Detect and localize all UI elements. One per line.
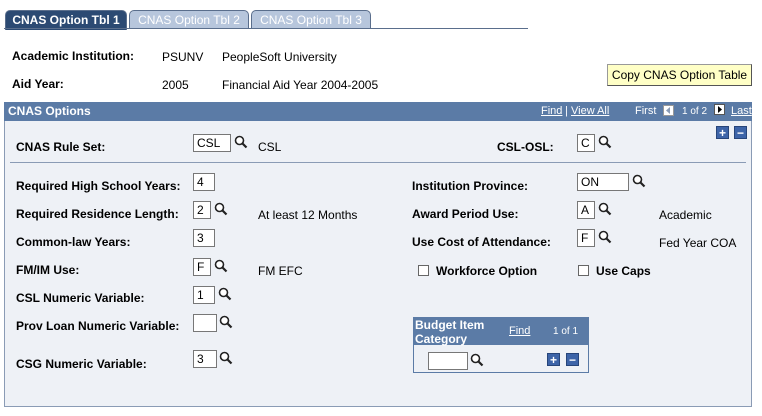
budget-find-link[interactable]: Find <box>509 325 530 337</box>
panel-title: CNAS Options <box>8 104 91 118</box>
csl-numeric-input[interactable]: 1 <box>193 286 215 304</box>
use-caps-label: Use Caps <box>596 264 651 278</box>
prev-arrow-icon[interactable] <box>663 105 674 116</box>
csl-osl-lookup-icon[interactable] <box>598 135 612 149</box>
copy-cnas-option-table-button[interactable]: Copy CNAS Option Table <box>607 64 752 86</box>
prov-loan-input[interactable] <box>193 314 217 332</box>
aid-year-value: 2005 <box>162 78 189 92</box>
award-period-input[interactable]: A <box>577 201 595 219</box>
budget-item-category-header: Budget Item Category Find 1 of 1 <box>413 317 589 346</box>
delete-row-icon[interactable]: − <box>734 126 747 139</box>
workforce-option-checkbox[interactable] <box>418 265 429 276</box>
section-divider <box>10 162 746 163</box>
aid-year-desc: Financial Aid Year 2004-2005 <box>222 78 379 92</box>
csl-numeric-lookup-icon[interactable] <box>218 287 232 301</box>
institution-name: PeopleSoft University <box>222 50 337 64</box>
req-hs-years-label: Required High School Years: <box>16 179 181 193</box>
add-row-icon[interactable]: + <box>716 126 729 139</box>
prov-loan-label: Prov Loan Numeric Variable: <box>16 319 180 333</box>
institution-label: Academic Institution: <box>12 49 135 63</box>
csg-numeric-lookup-icon[interactable] <box>219 351 233 365</box>
cost-attendance-input[interactable]: F <box>577 229 595 247</box>
req-res-length-input[interactable]: 2 <box>193 201 211 219</box>
award-period-lookup-icon[interactable] <box>598 202 612 216</box>
budget-add-row-icon[interactable]: + <box>547 353 560 366</box>
req-res-length-desc: At least 12 Months <box>258 208 358 222</box>
cnas-options-header: CNAS Options Find | View All First 1 of … <box>4 102 752 121</box>
budget-title-line1: Budget Item <box>415 318 485 332</box>
rule-set-input[interactable]: CSL <box>193 134 231 152</box>
inst-province-label: Institution Province: <box>412 179 529 193</box>
prov-loan-lookup-icon[interactable] <box>219 315 233 329</box>
fmim-label: FM/IM Use: <box>16 263 80 277</box>
tab-cnas-option-tbl-1[interactable]: CNAS Option Tbl 1 <box>5 10 127 30</box>
common-law-input[interactable]: 3 <box>193 229 215 247</box>
rule-set-lookup-icon[interactable] <box>234 135 248 149</box>
award-period-label: Award Period Use: <box>412 207 519 221</box>
use-caps-checkbox[interactable] <box>578 265 589 276</box>
csl-osl-label: CSL-OSL: <box>497 140 554 154</box>
budget-page-info: 1 of 1 <box>553 326 579 337</box>
institution-code: PSUNV <box>162 50 204 64</box>
tab-cnas-option-tbl-2[interactable]: CNAS Option Tbl 2 <box>129 10 249 29</box>
inst-province-input[interactable]: ON <box>577 173 629 191</box>
csl-osl-input[interactable]: C <box>577 134 595 152</box>
tab-baseline <box>4 28 528 29</box>
tab-cnas-option-tbl-3[interactable]: CNAS Option Tbl 3 <box>251 10 371 29</box>
cost-attendance-label: Use Cost of Attendance: <box>412 235 551 249</box>
view-all-link[interactable]: View All <box>571 105 609 117</box>
fmim-lookup-icon[interactable] <box>214 259 228 273</box>
rule-set-desc: CSL <box>258 140 282 154</box>
page-info: 1 of 2 <box>682 106 708 117</box>
cost-attendance-desc: Fed Year COA <box>659 236 737 250</box>
fmim-desc: FM EFC <box>258 264 303 278</box>
rule-set-label: CNAS Rule Set: <box>16 140 106 154</box>
inst-province-lookup-icon[interactable] <box>632 174 646 188</box>
req-res-length-lookup-icon[interactable] <box>214 202 228 216</box>
budget-item-input[interactable] <box>428 352 468 370</box>
award-period-desc: Academic <box>659 208 712 222</box>
aid-year-label: Aid Year: <box>12 77 64 91</box>
csg-numeric-label: CSG Numeric Variable: <box>16 357 147 371</box>
fmim-input[interactable]: F <box>193 258 211 276</box>
common-law-label: Common-law Years: <box>16 235 131 249</box>
req-hs-years-input[interactable]: 4 <box>193 173 215 191</box>
first-label: First <box>635 105 657 117</box>
cost-attendance-lookup-icon[interactable] <box>598 230 612 244</box>
link-divider: | <box>565 105 568 117</box>
budget-item-lookup-icon[interactable] <box>470 353 484 367</box>
next-arrow-icon[interactable] <box>714 104 725 115</box>
budget-delete-row-icon[interactable]: − <box>566 353 579 366</box>
csg-numeric-input[interactable]: 3 <box>193 350 217 368</box>
csl-numeric-label: CSL Numeric Variable: <box>16 291 145 305</box>
find-link[interactable]: Find <box>541 105 562 117</box>
req-res-length-label: Required Residence Length: <box>16 207 179 221</box>
workforce-option-label: Workforce Option <box>436 264 538 278</box>
budget-title-line2: Category <box>415 332 468 346</box>
last-link[interactable]: Last <box>731 105 752 117</box>
